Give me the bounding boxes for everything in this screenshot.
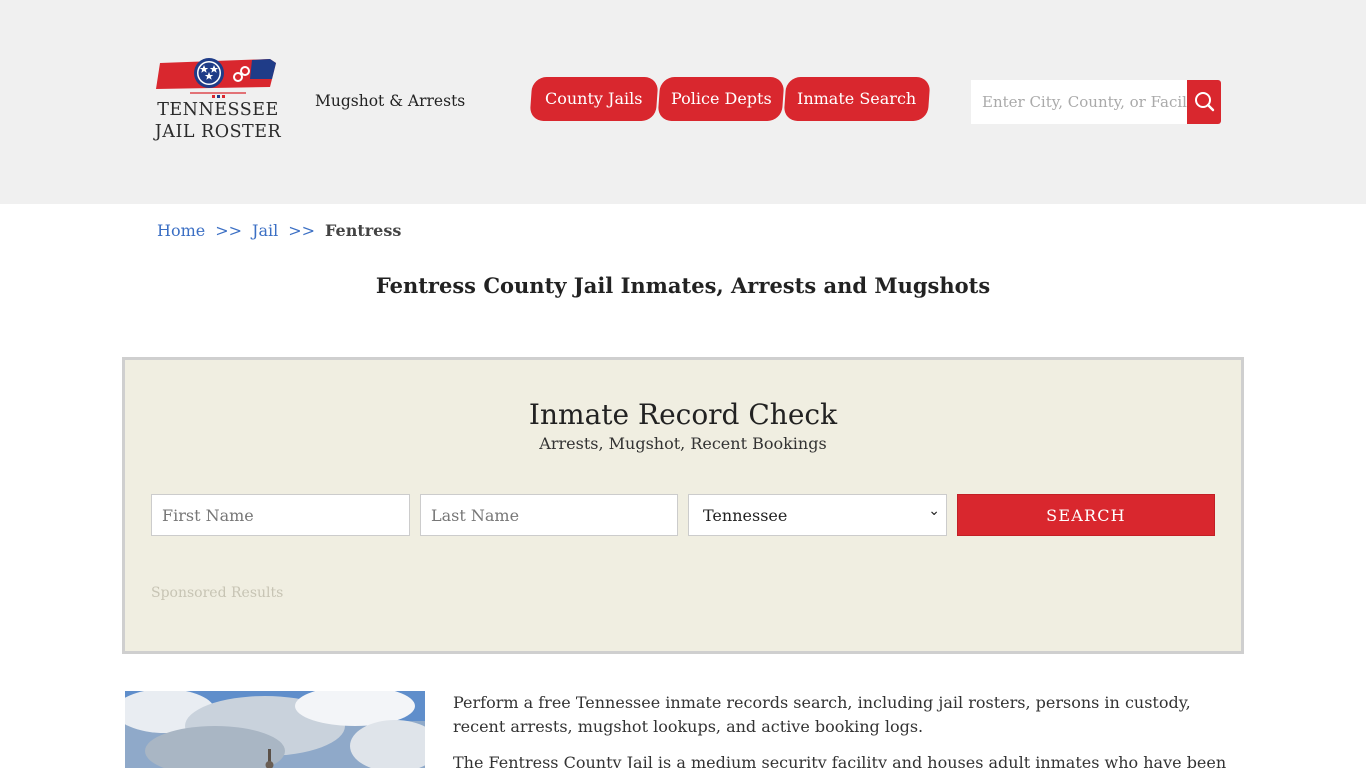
- site-logo[interactable]: TENNESSEE JAIL ROSTER: [154, 57, 282, 147]
- breadcrumb-separator: >>: [288, 221, 316, 240]
- nav-label: Inmate Search: [797, 89, 917, 108]
- panel-title: Inmate Record Check: [528, 398, 838, 431]
- panel-subtitle: Arrests, Mugshot, Recent Bookings: [539, 434, 827, 453]
- header-search-input[interactable]: [971, 80, 1187, 124]
- logo-line-2: JAIL ROSTER: [154, 122, 282, 142]
- tennessee-state-flag-icon: [156, 58, 276, 98]
- search-icon: [1195, 92, 1215, 112]
- nav-label: County Jails: [545, 89, 643, 108]
- nav-label: Police Depts: [670, 89, 772, 108]
- breadcrumb-home[interactable]: Home: [157, 221, 205, 240]
- search-button[interactable]: SEARCH: [957, 494, 1215, 536]
- last-name-field[interactable]: [420, 494, 678, 536]
- intro-paragraph: Perform a free Tennessee inmate records …: [453, 693, 1191, 736]
- jail-photo: [125, 691, 425, 768]
- header-search-button[interactable]: [1187, 80, 1221, 124]
- breadcrumb: Home >> Jail >> Fentress: [157, 221, 401, 240]
- first-name-field[interactable]: [151, 494, 410, 536]
- nav-police-depts[interactable]: Police Depts: [657, 77, 785, 121]
- main-content: Perform a free Tennessee inmate records …: [453, 691, 1243, 768]
- state-select-value: Tennessee: [703, 506, 788, 525]
- chevron-down-icon: ⌄: [928, 503, 940, 519]
- breadcrumb-current: Fentress: [325, 221, 402, 240]
- description-paragraph: The Fentress County Jail is a medium sec…: [453, 753, 1227, 768]
- header-search: [971, 80, 1221, 124]
- breadcrumb-jail[interactable]: Jail: [252, 221, 278, 240]
- nav-county-jails[interactable]: County Jails: [529, 77, 659, 121]
- sponsored-results-label: Sponsored Results: [151, 585, 284, 601]
- sky-photo-image: [125, 691, 425, 768]
- nav-inmate-search[interactable]: Inmate Search: [783, 77, 931, 121]
- breadcrumb-separator: >>: [215, 221, 243, 240]
- state-select[interactable]: Tennessee ⌄: [688, 494, 947, 536]
- inmate-record-check-panel: Inmate Record Check Arrests, Mugshot, Re…: [122, 357, 1244, 654]
- site-tagline: Mugshot & Arrests: [315, 92, 466, 110]
- logo-line-1: TENNESSEE: [157, 100, 279, 120]
- page-title: Fentress County Jail Inmates, Arrests an…: [375, 273, 991, 298]
- site-header: TENNESSEE JAIL ROSTER Mugshot & Arrests …: [0, 0, 1366, 204]
